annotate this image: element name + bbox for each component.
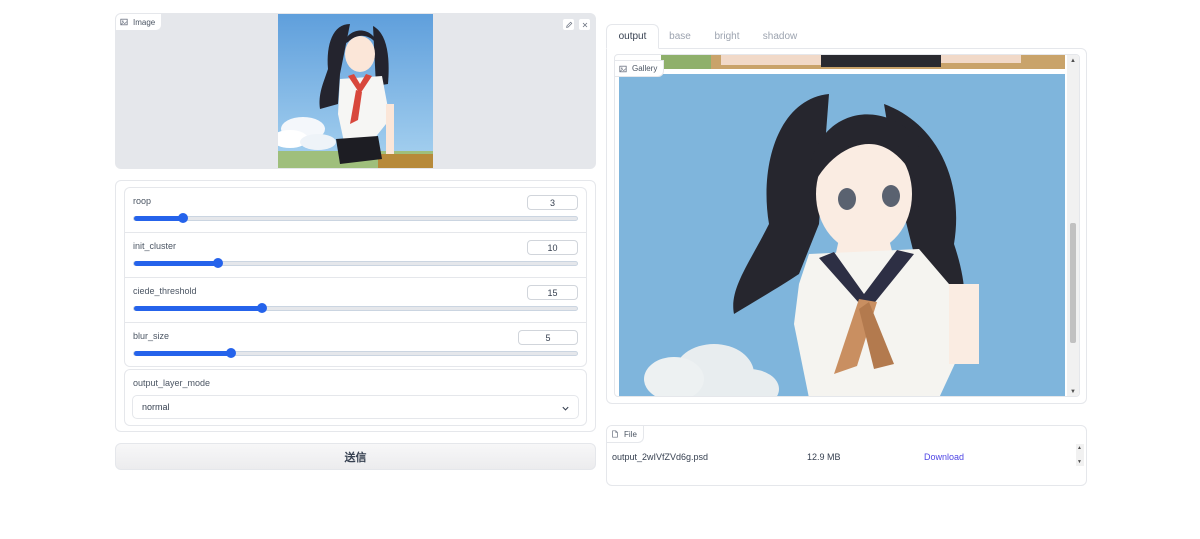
scroll-up-icon[interactable]: ▲ bbox=[1077, 445, 1082, 451]
gallery-previous-image-strip bbox=[661, 55, 1065, 69]
ciede-threshold-number-input[interactable]: 15 bbox=[527, 285, 578, 300]
clear-image-button[interactable] bbox=[578, 18, 591, 31]
input-image-panel[interactable]: Image bbox=[115, 13, 596, 169]
submit-button[interactable]: 送信 bbox=[115, 443, 596, 470]
gallery[interactable]: Gallery ▲ ▼ bbox=[614, 54, 1080, 397]
init-cluster-slider-track[interactable] bbox=[133, 258, 578, 268]
slider-fill bbox=[134, 261, 219, 266]
gallery-output-image[interactable] bbox=[619, 74, 1065, 397]
ciede-threshold-slider-track[interactable] bbox=[133, 303, 578, 313]
scroll-down-icon[interactable]: ▼ bbox=[1077, 459, 1082, 465]
roop-number-input[interactable]: 3 bbox=[527, 195, 578, 210]
edit-image-button[interactable] bbox=[562, 18, 575, 31]
close-icon bbox=[582, 22, 587, 27]
slider-roop: roop 3 bbox=[124, 187, 587, 232]
file-row: output_2wIVfZVd6g.psd 12.9 MB Download bbox=[607, 447, 1074, 467]
gallery-label-text: Gallery bbox=[632, 64, 658, 73]
dropdown-label: output_layer_mode bbox=[133, 378, 211, 388]
slider-thumb[interactable] bbox=[177, 213, 188, 223]
slider-thumb[interactable] bbox=[213, 258, 224, 268]
file-output-panel: File output_2wIVfZVd6g.psd 12.9 MB Downl… bbox=[606, 425, 1087, 486]
scroll-down-icon[interactable]: ▼ bbox=[1069, 388, 1077, 396]
image-label-text: Image bbox=[133, 17, 156, 27]
slider-fill bbox=[134, 306, 263, 311]
scrollbar-thumb[interactable] bbox=[1070, 223, 1076, 343]
slider-label: roop bbox=[133, 196, 152, 206]
pencil-icon bbox=[565, 21, 572, 28]
file-size: 12.9 MB bbox=[807, 452, 841, 462]
tab-base[interactable]: base bbox=[663, 24, 697, 49]
image-block-label: Image bbox=[116, 14, 163, 31]
slider-label: init_cluster bbox=[133, 241, 177, 251]
input-image bbox=[278, 14, 433, 168]
tab-bright[interactable]: bright bbox=[707, 24, 747, 49]
roop-slider-track[interactable] bbox=[133, 213, 578, 223]
chevron-down-icon bbox=[562, 406, 569, 411]
slider-fill bbox=[134, 351, 232, 356]
file-block-label: File bbox=[607, 426, 644, 443]
gallery-scrollbar[interactable]: ▲ ▼ bbox=[1067, 55, 1079, 396]
output-layer-mode-select[interactable]: normal bbox=[132, 395, 579, 419]
slider-thumb[interactable] bbox=[257, 303, 268, 313]
tab-shadow[interactable]: shadow bbox=[758, 24, 802, 49]
init-cluster-number-input[interactable]: 10 bbox=[527, 240, 578, 255]
gallery-block-label: Gallery bbox=[615, 60, 665, 77]
selected-value: normal bbox=[142, 402, 170, 412]
output-tab-panel: Gallery ▲ ▼ bbox=[606, 48, 1087, 404]
file-list-scrollbar[interactable]: ▲ ▼ bbox=[1076, 444, 1084, 466]
output-layer-mode-block: output_layer_mode normal bbox=[124, 369, 587, 426]
download-link[interactable]: Download bbox=[924, 452, 964, 462]
scroll-up-icon[interactable]: ▲ bbox=[1069, 57, 1077, 65]
tab-output[interactable]: output bbox=[606, 24, 659, 49]
file-name: output_2wIVfZVd6g.psd bbox=[612, 452, 709, 462]
file-label-text: File bbox=[624, 429, 637, 439]
slider-blur-size: blur_size 5 bbox=[124, 322, 587, 367]
blur-size-slider-track[interactable] bbox=[133, 348, 578, 358]
slider-label: blur_size bbox=[133, 331, 170, 341]
file-icon bbox=[612, 430, 618, 438]
image-icon bbox=[120, 18, 128, 26]
slider-thumb[interactable] bbox=[226, 348, 237, 358]
parameters-panel: roop 3 init_cluster 10 ciede_threshold 1… bbox=[115, 180, 596, 432]
slider-fill bbox=[134, 216, 183, 221]
slider-label: ciede_threshold bbox=[133, 286, 197, 296]
blur-size-number-input[interactable]: 5 bbox=[518, 330, 578, 345]
slider-init-cluster: init_cluster 10 bbox=[124, 232, 587, 277]
slider-ciede-threshold: ciede_threshold 15 bbox=[124, 277, 587, 322]
output-tabs: output base bright shadow bbox=[606, 24, 1087, 49]
image-icon bbox=[619, 65, 627, 72]
